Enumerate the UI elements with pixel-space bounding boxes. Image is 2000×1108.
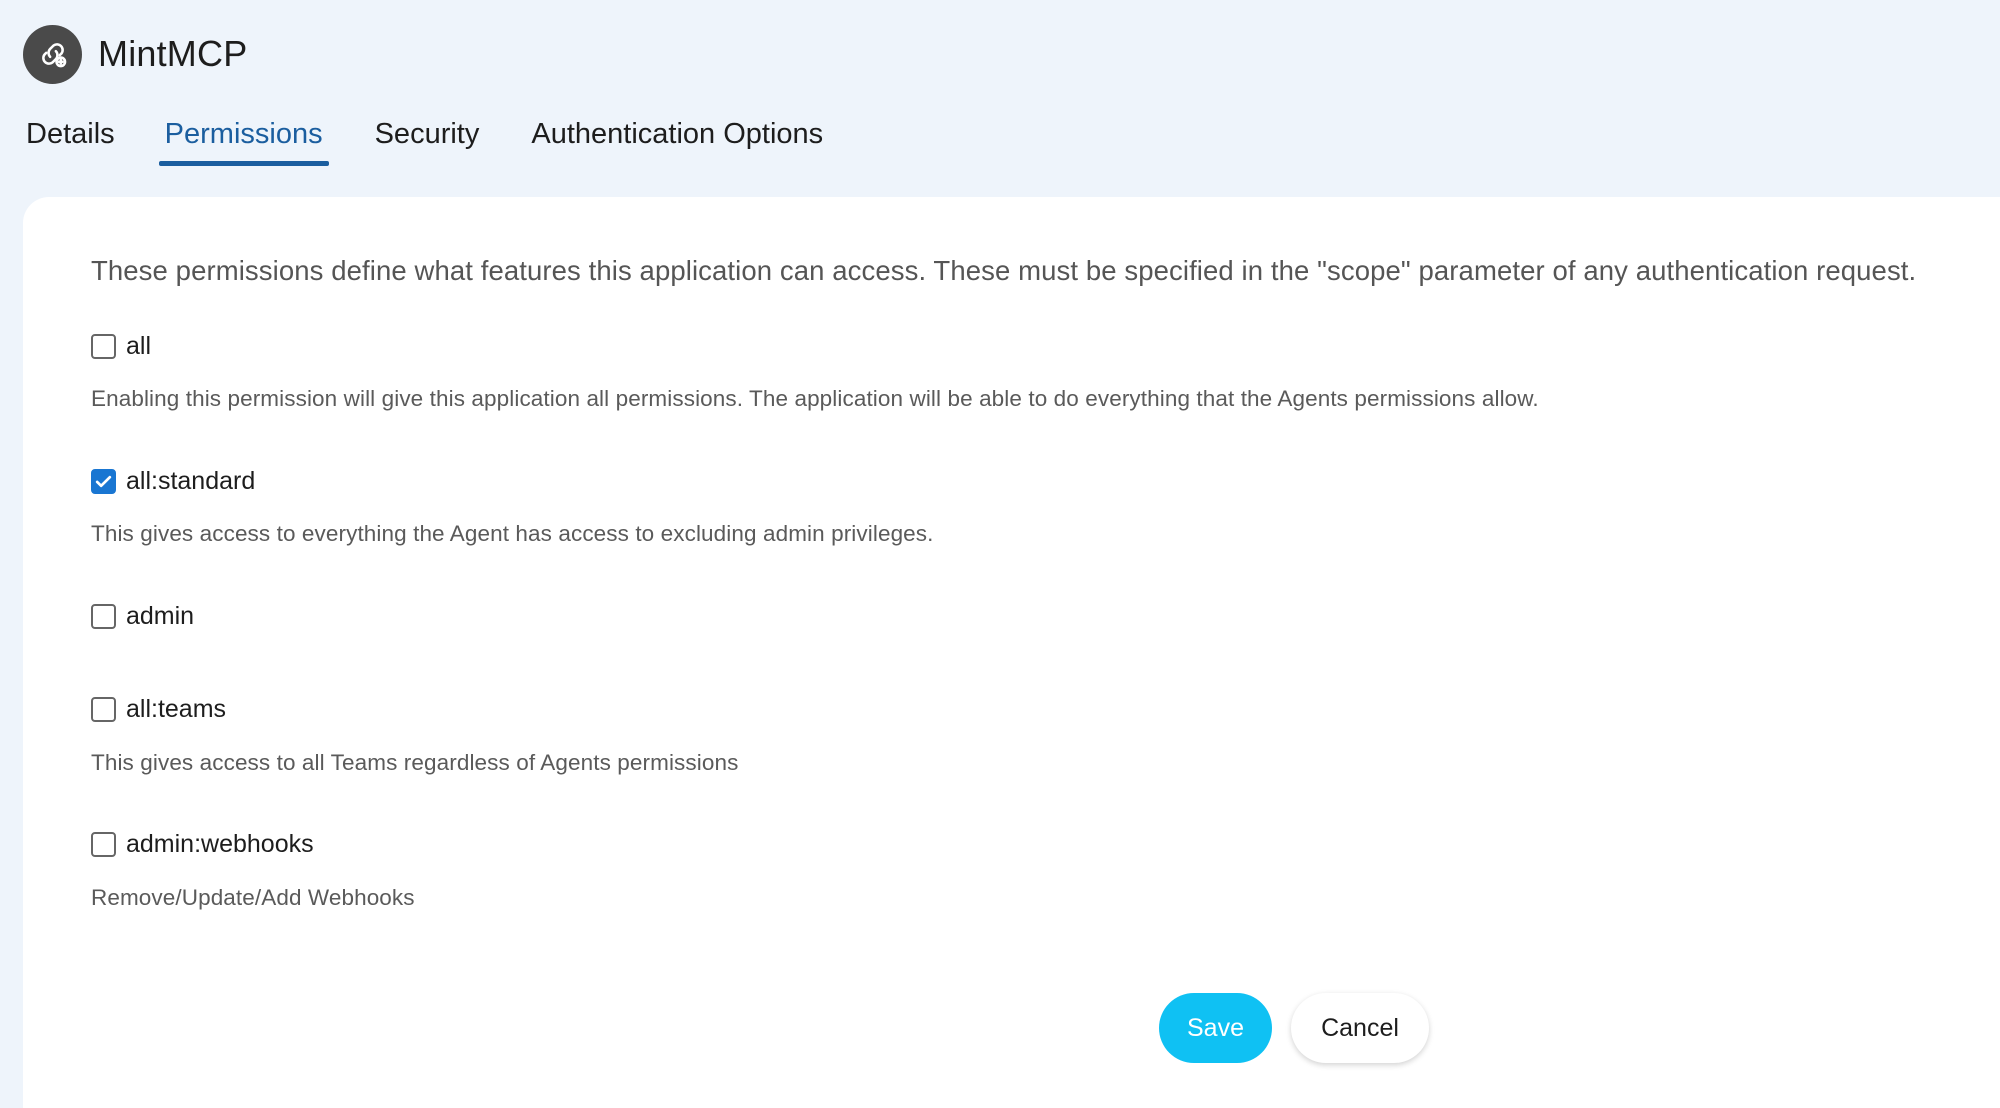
tab-details[interactable]: Details bbox=[20, 112, 121, 166]
permission-description: Enabling this permission will give this … bbox=[91, 386, 1539, 411]
tab-bar: Details Permissions Security Authenticat… bbox=[20, 112, 829, 170]
save-button[interactable]: Save bbox=[1159, 993, 1272, 1063]
permission-admin-webhooks: admin:webhooks bbox=[91, 829, 314, 859]
link-gear-icon bbox=[41, 43, 66, 68]
permission-description: This gives access to all Teams regardles… bbox=[91, 750, 739, 775]
permission-description: This gives access to everything the Agen… bbox=[91, 521, 934, 546]
tab-permissions[interactable]: Permissions bbox=[158, 112, 329, 166]
permission-admin-webhooks-checkbox[interactable] bbox=[91, 831, 116, 857]
cancel-button[interactable]: Cancel bbox=[1291, 993, 1429, 1063]
app-header: MintMCP bbox=[23, 24, 247, 84]
permissions-intro: These permissions define what features t… bbox=[91, 255, 1917, 286]
permission-label[interactable]: admin bbox=[126, 602, 194, 631]
permission-description: Remove/Update/Add Webhooks bbox=[91, 885, 415, 910]
permission-all: all bbox=[91, 331, 151, 361]
permission-all-standard: all:standard bbox=[91, 466, 255, 496]
tab-security[interactable]: Security bbox=[369, 112, 486, 166]
permission-admin: admin bbox=[91, 601, 194, 631]
app-avatar bbox=[23, 24, 82, 84]
app-title: MintMCP bbox=[98, 33, 248, 74]
permission-all-teams-checkbox[interactable] bbox=[91, 696, 116, 722]
permission-label[interactable]: all:standard bbox=[126, 467, 255, 496]
checkmark-icon bbox=[95, 475, 112, 487]
permission-label[interactable]: all bbox=[126, 332, 151, 361]
permissions-card: These permissions define what features t… bbox=[23, 197, 2000, 1108]
permission-all-standard-checkbox[interactable] bbox=[91, 468, 116, 494]
permission-label[interactable]: all:teams bbox=[126, 695, 226, 724]
permission-label[interactable]: admin:webhooks bbox=[126, 830, 314, 859]
permission-admin-checkbox[interactable] bbox=[91, 603, 116, 629]
tab-authentication-options[interactable]: Authentication Options bbox=[525, 112, 829, 166]
permission-all-teams: all:teams bbox=[91, 694, 226, 724]
permission-all-checkbox[interactable] bbox=[91, 333, 116, 359]
